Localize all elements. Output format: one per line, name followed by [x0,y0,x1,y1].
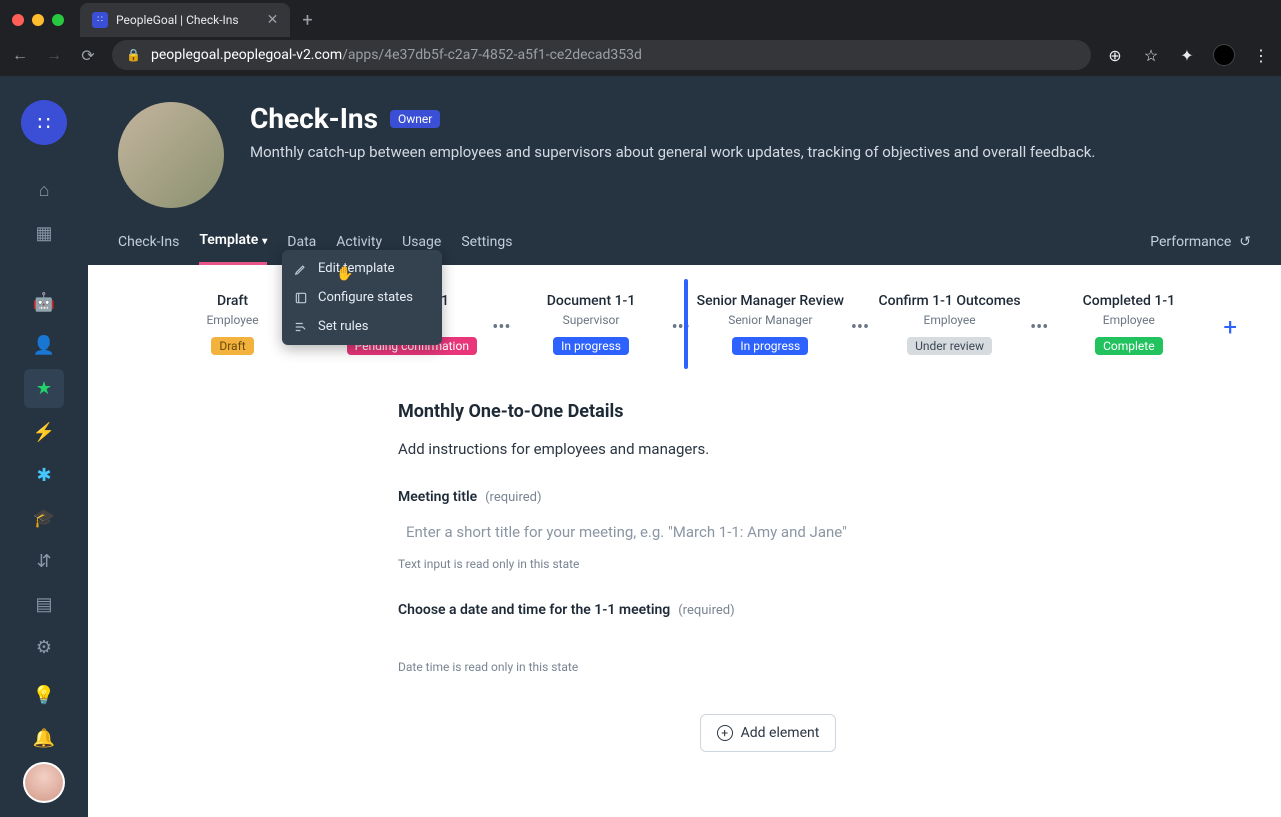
sidebar-table-icon[interactable]: ▤ [24,585,64,624]
new-tab-button[interactable]: + [302,10,312,31]
page-title: Check-Ins [250,102,378,135]
chevron-down-icon: ▾ [262,236,267,247]
edit-icon [294,262,308,276]
undo-icon[interactable]: ↺ [1239,234,1251,250]
configure-icon [294,291,308,305]
tab-settings[interactable]: Settings [461,234,512,264]
state-role: Employee [924,313,976,327]
state-status-badge: Under review [907,337,992,355]
state-title: Senior Manager Review [697,293,844,309]
meeting-title-label: Meeting title [398,489,477,505]
close-tab-icon[interactable]: ✕ [267,12,279,28]
dropdown-item-label: Set rules [318,319,368,334]
address-bar[interactable]: 🔒 peoplegoal.peoplegoal-v2.com/apps/4e37… [112,40,1091,70]
sidebar-home-icon[interactable]: ⌂ [24,171,64,210]
url-path: /apps/4e37db5f-c2a7-4852-a5f1-ce2decad35… [342,47,642,63]
lock-icon: 🔒 [126,48,141,62]
dropdown-set-rules[interactable]: Set rules [282,312,442,341]
sidebar: ∷ ⌂ ▦ 🤖 👤 ★ ⚡ ✱ 🎓 ⇵ ▤ ⚙ 💡 🔔 [0,76,88,817]
dropdown-configure-states[interactable]: Configure states [282,283,442,312]
sidebar-chart-icon[interactable]: ⇵ [24,542,64,581]
page-subtitle: Monthly catch-up between employees and s… [250,143,1095,161]
sidebar-asterisk-icon[interactable]: ✱ [24,456,64,495]
form-instructions: Add instructions for employees and manag… [398,440,1138,458]
sidebar-star-icon[interactable]: ★ [24,369,64,408]
add-element-button[interactable]: + Add element [700,714,836,752]
state-card[interactable]: Senior Manager Review Senior Manager In pr… [696,293,845,355]
add-element-label: Add element [741,725,820,741]
breadcrumb-performance[interactable]: Performance [1150,234,1231,250]
browser-profile-button[interactable] [1213,44,1235,66]
close-window-icon[interactable] [12,14,24,26]
plus-circle-icon: + [717,725,733,741]
state-status-badge: In progress [553,337,629,355]
dropdown-edit-template[interactable]: Edit template [282,254,442,283]
state-title: Draft [217,293,248,309]
maximize-window-icon[interactable] [52,14,64,26]
date-hint: Date time is read only in this state [398,660,1138,674]
tab-bar: Check-Ins Template▾ Data Activity Usage … [88,212,1281,265]
rules-icon [294,320,308,334]
state-status-badge: Complete [1095,337,1163,355]
sidebar-avatar[interactable] [23,762,65,803]
meeting-title-hint: Text input is read only in this state [398,557,1138,571]
state-more-icon[interactable]: ••• [1028,317,1050,338]
state-status-badge: Draft [211,337,253,355]
app-logo[interactable]: ∷ [21,100,67,145]
state-more-icon[interactable]: ••• [490,317,512,338]
template-dropdown: Edit template Configure states Set rules [282,250,442,345]
browser-tab[interactable]: ∷ PeopleGoal | Check-Ins ✕ [80,3,290,37]
state-title: Document 1-1 [547,293,635,309]
required-label: (required) [678,603,734,618]
tab-checkins[interactable]: Check-Ins [118,234,179,264]
bookmark-icon[interactable]: ☆ [1141,46,1161,65]
required-label: (required) [485,490,541,505]
add-state-button[interactable]: + [1223,313,1237,341]
sidebar-hint-icon[interactable]: 💡 [24,675,64,714]
dropdown-item-label: Configure states [318,290,413,305]
state-card[interactable]: Confirm 1-1 Outcomes Employee Under review [875,293,1024,355]
zoom-icon[interactable]: ⊕ [1105,46,1125,65]
state-card[interactable]: Completed 1-1 Employee Complete [1054,293,1203,355]
app-header-image [118,102,224,208]
state-role: Employee [206,313,258,327]
tab-title: PeopleGoal | Check-Ins [116,13,239,27]
state-role: Employee [1103,313,1155,327]
tab-template[interactable]: Template ▾ [199,232,267,265]
dropdown-item-label: Edit template [318,261,394,276]
forward-button[interactable]: → [44,45,64,65]
form-section-title: Monthly One-to-One Details [398,401,1138,422]
state-pipeline: DraftEmployeeDraft•••Confirm 1-1Supervis… [88,265,1281,367]
state-role: Supervisor [563,313,620,327]
sidebar-bolt-icon[interactable]: ⚡ [24,412,64,451]
minimize-window-icon[interactable] [32,14,44,26]
sidebar-settings-icon[interactable]: ⚙ [24,628,64,667]
window-controls[interactable] [12,14,64,26]
owner-badge: Owner [390,110,440,128]
meeting-title-input[interactable]: Enter a short title for your meeting, e.… [398,515,1138,549]
reload-button[interactable]: ⟳ [78,46,98,65]
tab-template-label: Template [199,232,258,248]
back-button[interactable]: ← [10,45,30,65]
state-more-icon[interactable]: ••• [849,317,871,338]
date-label: Choose a date and time for the 1-1 meeti… [398,602,670,618]
state-role: Senior Manager [728,313,812,327]
sidebar-dashboard-icon[interactable]: ▦ [24,214,64,253]
browser-menu-icon[interactable]: ⋮ [1251,46,1271,65]
state-status-badge: In progress [732,337,808,355]
url-host: peoplegoal.peoplegoal-v2.com [151,47,342,63]
sidebar-cap-icon[interactable]: 🎓 [24,499,64,538]
sidebar-robot-icon[interactable]: 🤖 [24,283,64,322]
state-card[interactable]: Document 1-1 Supervisor In progress [517,293,666,355]
sidebar-user-edit-icon[interactable]: 👤 [24,326,64,365]
extensions-icon[interactable]: ✦ [1177,46,1197,65]
state-more-icon[interactable]: ••• [670,317,692,338]
state-title: Confirm 1-1 Outcomes [879,293,1021,309]
tab-favicon-icon: ∷ [92,12,108,28]
state-title: Completed 1-1 [1083,293,1175,309]
sidebar-bell-icon[interactable]: 🔔 [24,719,64,758]
